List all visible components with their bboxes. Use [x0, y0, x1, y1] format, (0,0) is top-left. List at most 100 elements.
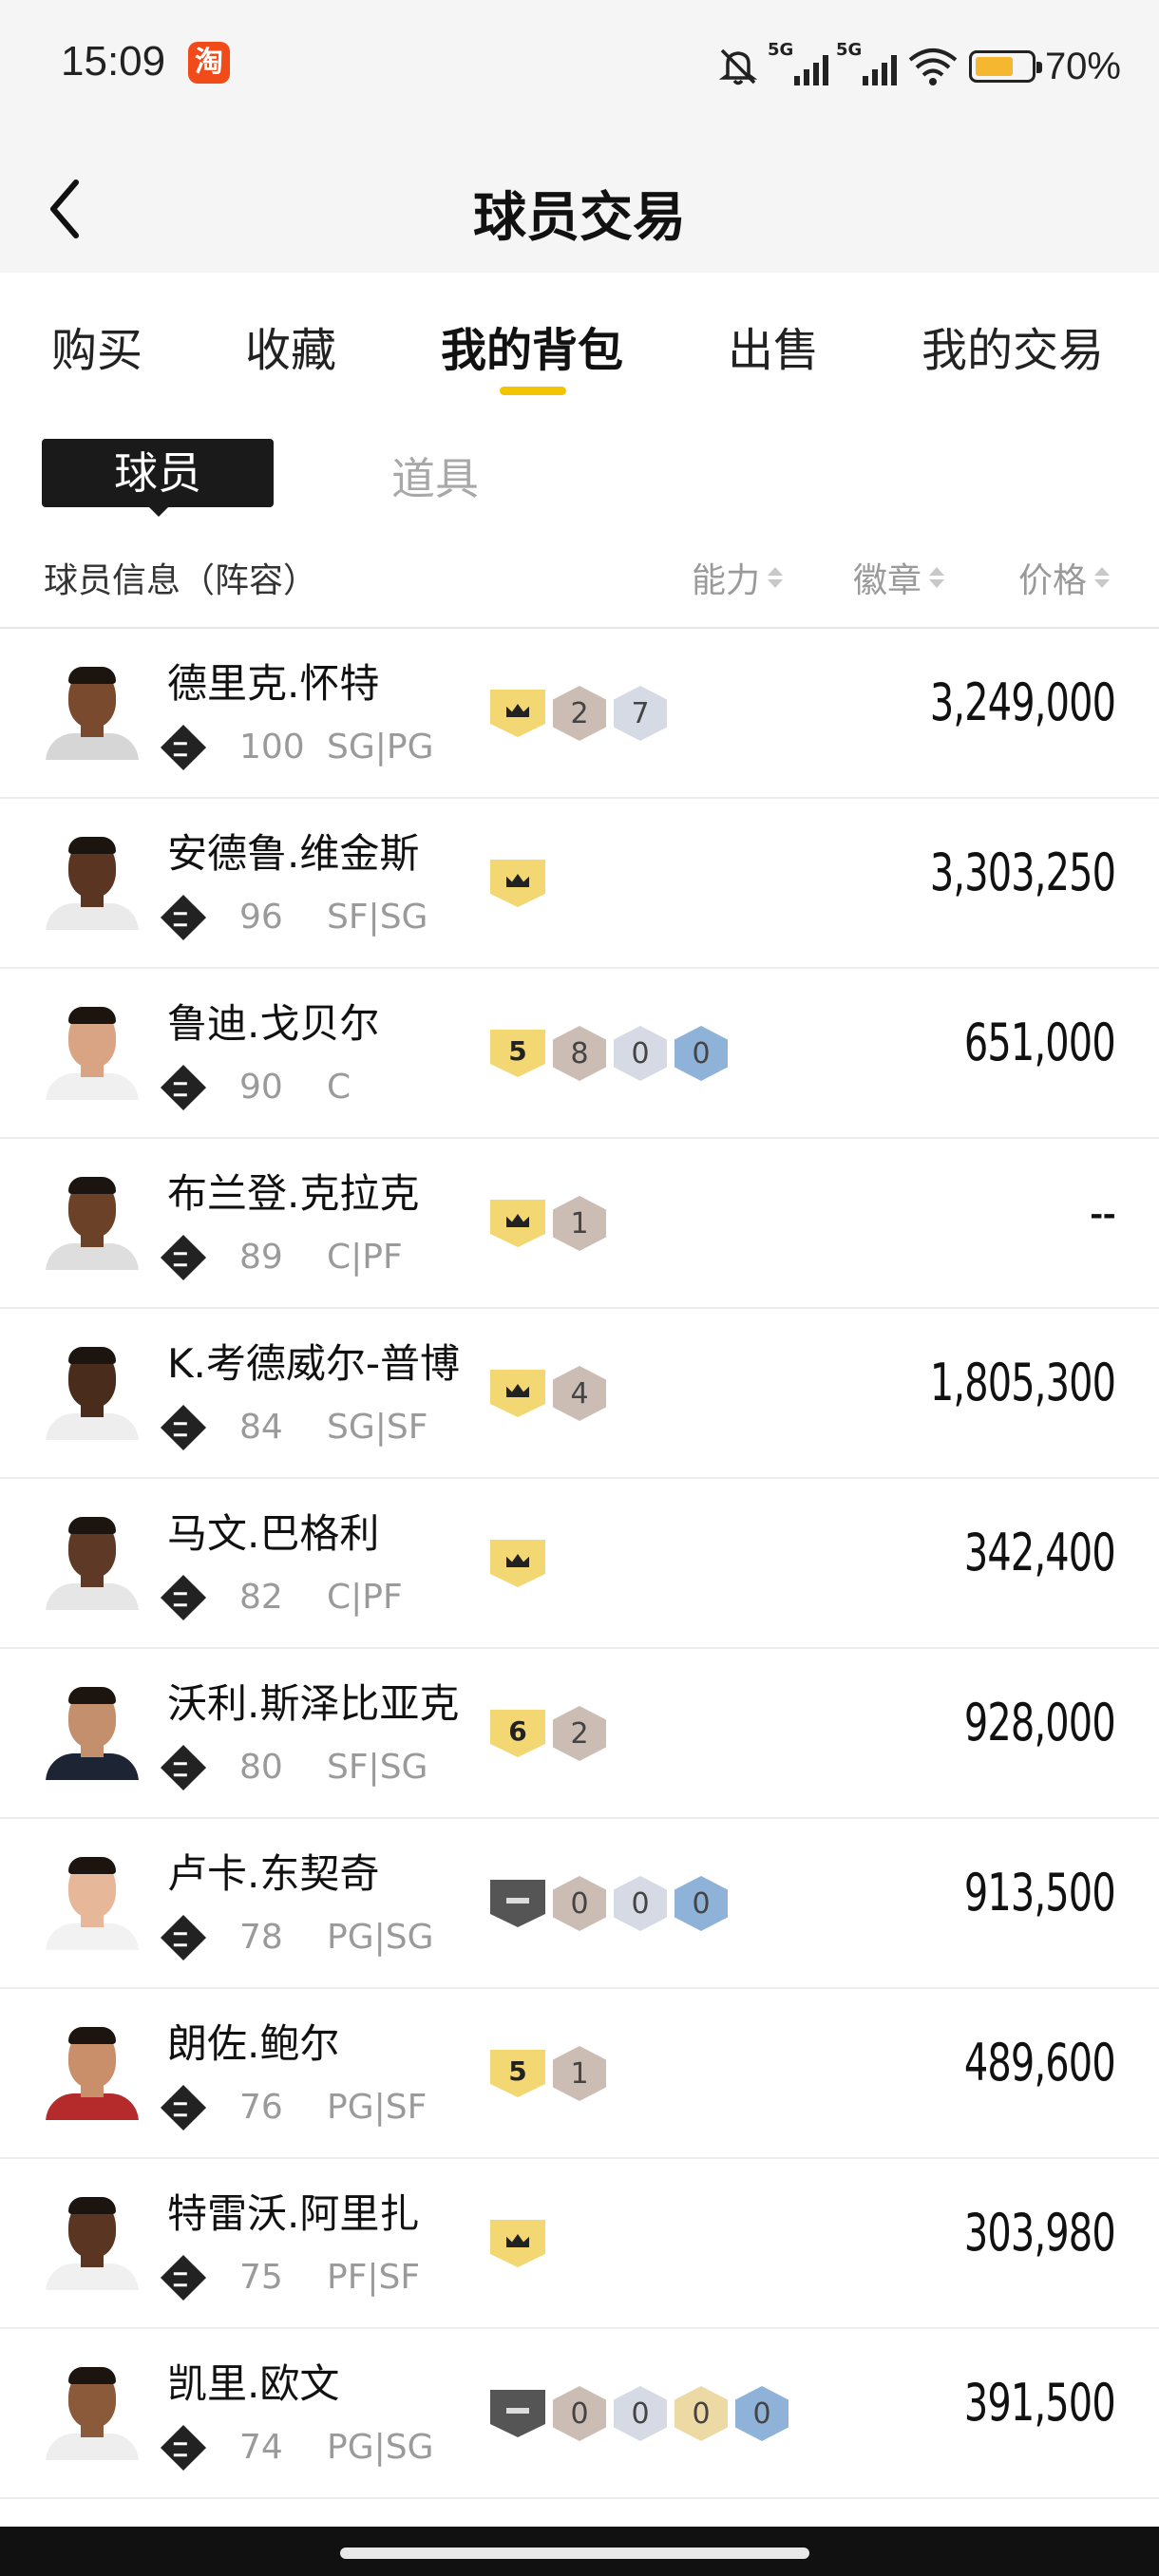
badge-group: 5 8 0 0	[490, 1026, 728, 1081]
battery-text: 70%	[1044, 45, 1121, 87]
player-name: 马文.巴格利	[167, 1510, 380, 1557]
player-position: SF|SG	[327, 1748, 428, 1787]
crown-icon	[506, 874, 529, 887]
tab-buy[interactable]: 购买	[51, 313, 142, 379]
player-row[interactable]: 凯里.欧文 74 PG|SG 0 0 0 0 391,500	[0, 2329, 1159, 2499]
status-icons: 5G 5G 70%	[716, 38, 1121, 95]
player-avatar	[44, 1513, 141, 1610]
tier-shield-icon	[490, 860, 545, 907]
blue-badge-icon: 0	[735, 2386, 788, 2441]
bronze-badge-icon: 0	[553, 1876, 606, 1931]
sort-ability[interactable]: 能力	[692, 553, 784, 602]
subtab-players[interactable]: 球员	[42, 439, 274, 507]
silver-badge-icon: 0	[614, 1876, 667, 1931]
tier-shield-icon: 6	[490, 1710, 545, 1757]
bronze-badge-icon: 1	[553, 1196, 606, 1251]
player-rating: 80	[239, 1748, 283, 1787]
badge-count: 2	[570, 696, 589, 730]
player-rating: 75	[239, 2258, 283, 2297]
player-position: C|PF	[327, 1578, 403, 1617]
player-rating: 76	[239, 2088, 283, 2127]
mute-bell-icon	[718, 48, 758, 85]
player-list: 德里克.怀特 100 SG|PG 2 7 3,249,000 安德鲁.维金斯 96 SF|SG 3…	[0, 629, 1159, 2499]
player-row[interactable]: 马文.巴格利 82 C|PF 342,400	[0, 1479, 1159, 1649]
badge-count: 0	[752, 2396, 771, 2431]
badge-count: 0	[692, 2396, 711, 2431]
player-row[interactable]: 鲁迪.戈贝尔 90 C 5 8 0 0 651,000	[0, 969, 1159, 1139]
badge-count: 0	[631, 1886, 650, 1921]
tier-shield-icon	[490, 2390, 545, 2437]
player-position: SF|SG	[327, 898, 428, 937]
player-avatar	[44, 2023, 141, 2120]
tier-shield-icon	[490, 1370, 545, 1417]
silver-badge-icon: 0	[614, 2386, 667, 2441]
player-price: 928,000	[964, 1693, 1116, 1752]
rank-icon	[160, 1404, 207, 1451]
sort-price[interactable]: 价格	[1018, 553, 1111, 602]
player-avatar	[44, 1343, 141, 1440]
sort-arrows-icon	[929, 567, 945, 588]
badge-group: 0 0 0 0	[490, 2386, 788, 2441]
badge-count: 0	[631, 2396, 650, 2431]
player-name: 鲁迪.戈贝尔	[167, 1000, 380, 1047]
page-title: 球员交易	[473, 187, 686, 249]
player-avatar	[44, 663, 141, 760]
player-avatar	[44, 833, 141, 930]
player-name: 朗佐.鲍尔	[167, 2020, 340, 2067]
player-position: C	[327, 1068, 352, 1107]
sort-badges[interactable]: 徽章	[853, 553, 945, 602]
player-price: --	[1089, 1183, 1116, 1242]
player-row[interactable]: K.考德威尔-普博 84 SG|SF 4 1,805,300	[0, 1309, 1159, 1479]
badge-count: 0	[692, 1886, 711, 1921]
home-indicator[interactable]	[340, 2548, 809, 2559]
badge-count: 0	[570, 1886, 589, 1921]
badge-group: 1	[490, 1196, 606, 1251]
sort-ability-label: 能力	[692, 561, 761, 600]
player-avatar	[44, 1003, 141, 1100]
player-name: 德里克.怀特	[167, 660, 380, 707]
player-row[interactable]: 特雷沃.阿里扎 75 PF|SF 303,980	[0, 2159, 1159, 2329]
tier-level: 5	[508, 1034, 527, 1067]
tab-favorites[interactable]: 收藏	[245, 313, 336, 379]
player-row[interactable]: 安德鲁.维金斯 96 SF|SG 3,303,250	[0, 799, 1159, 969]
status-bar: 15:09 淘 5G 5G 70%	[0, 0, 1159, 133]
player-row[interactable]: 布兰登.克拉克 89 C|PF 1 --	[0, 1139, 1159, 1309]
battery-icon	[968, 50, 1042, 83]
badge-group: 27	[490, 686, 667, 741]
sub-tabs: 球员 道具	[0, 418, 1159, 522]
header-player-info: 球员信息（阵容）	[44, 561, 318, 600]
player-row[interactable]: 朗佐.鲍尔 76 PG|SF 5 1 489,600	[0, 1989, 1159, 2159]
tier-shield-icon	[490, 1540, 545, 1587]
player-price: 391,500	[964, 2373, 1116, 2433]
tier-level: 5	[508, 2055, 527, 2087]
rank-icon	[160, 1574, 207, 1621]
player-avatar	[44, 1173, 141, 1270]
tier-shield-icon	[490, 1880, 545, 1927]
player-row[interactable]: 沃利.斯泽比亚克 80 SF|SG 6 2 928,000	[0, 1649, 1159, 1819]
rank-icon	[160, 1914, 207, 1961]
rank-icon	[160, 1234, 207, 1281]
rank-icon	[160, 2084, 207, 2131]
player-position: SG|PG	[327, 728, 434, 767]
badge-count: 4	[570, 1376, 589, 1411]
tab-my-trades[interactable]: 我的交易	[922, 313, 1104, 379]
tab-my-bag[interactable]: 我的背包	[441, 313, 623, 379]
sort-badges-label: 徽章	[853, 561, 922, 600]
badge-count: 1	[570, 2056, 589, 2091]
player-position: PF|SF	[327, 2258, 421, 2297]
player-name: 沃利.斯泽比亚克	[167, 1680, 460, 1727]
sort-arrows-icon	[768, 567, 784, 588]
player-price: 342,400	[964, 1523, 1116, 1582]
player-rating: 82	[239, 1578, 283, 1617]
bronze-badge-icon: 2	[553, 1706, 606, 1761]
player-avatar	[44, 2363, 141, 2460]
player-row[interactable]: 卢卡.东契奇 78 PG|SG 0 0 0 913,500	[0, 1819, 1159, 1989]
subtab-items[interactable]: 道具	[391, 445, 479, 507]
silver-badge-icon: 7	[614, 686, 667, 741]
player-position: C|PF	[327, 1238, 403, 1277]
signal-label: 5G	[767, 40, 794, 60]
tab-sell[interactable]: 出售	[728, 313, 819, 379]
player-row[interactable]: 德里克.怀特 100 SG|PG 2 7 3,249,000	[0, 629, 1159, 799]
dash-icon	[506, 2408, 529, 2414]
player-name: 布兰登.克拉克	[167, 1170, 420, 1217]
